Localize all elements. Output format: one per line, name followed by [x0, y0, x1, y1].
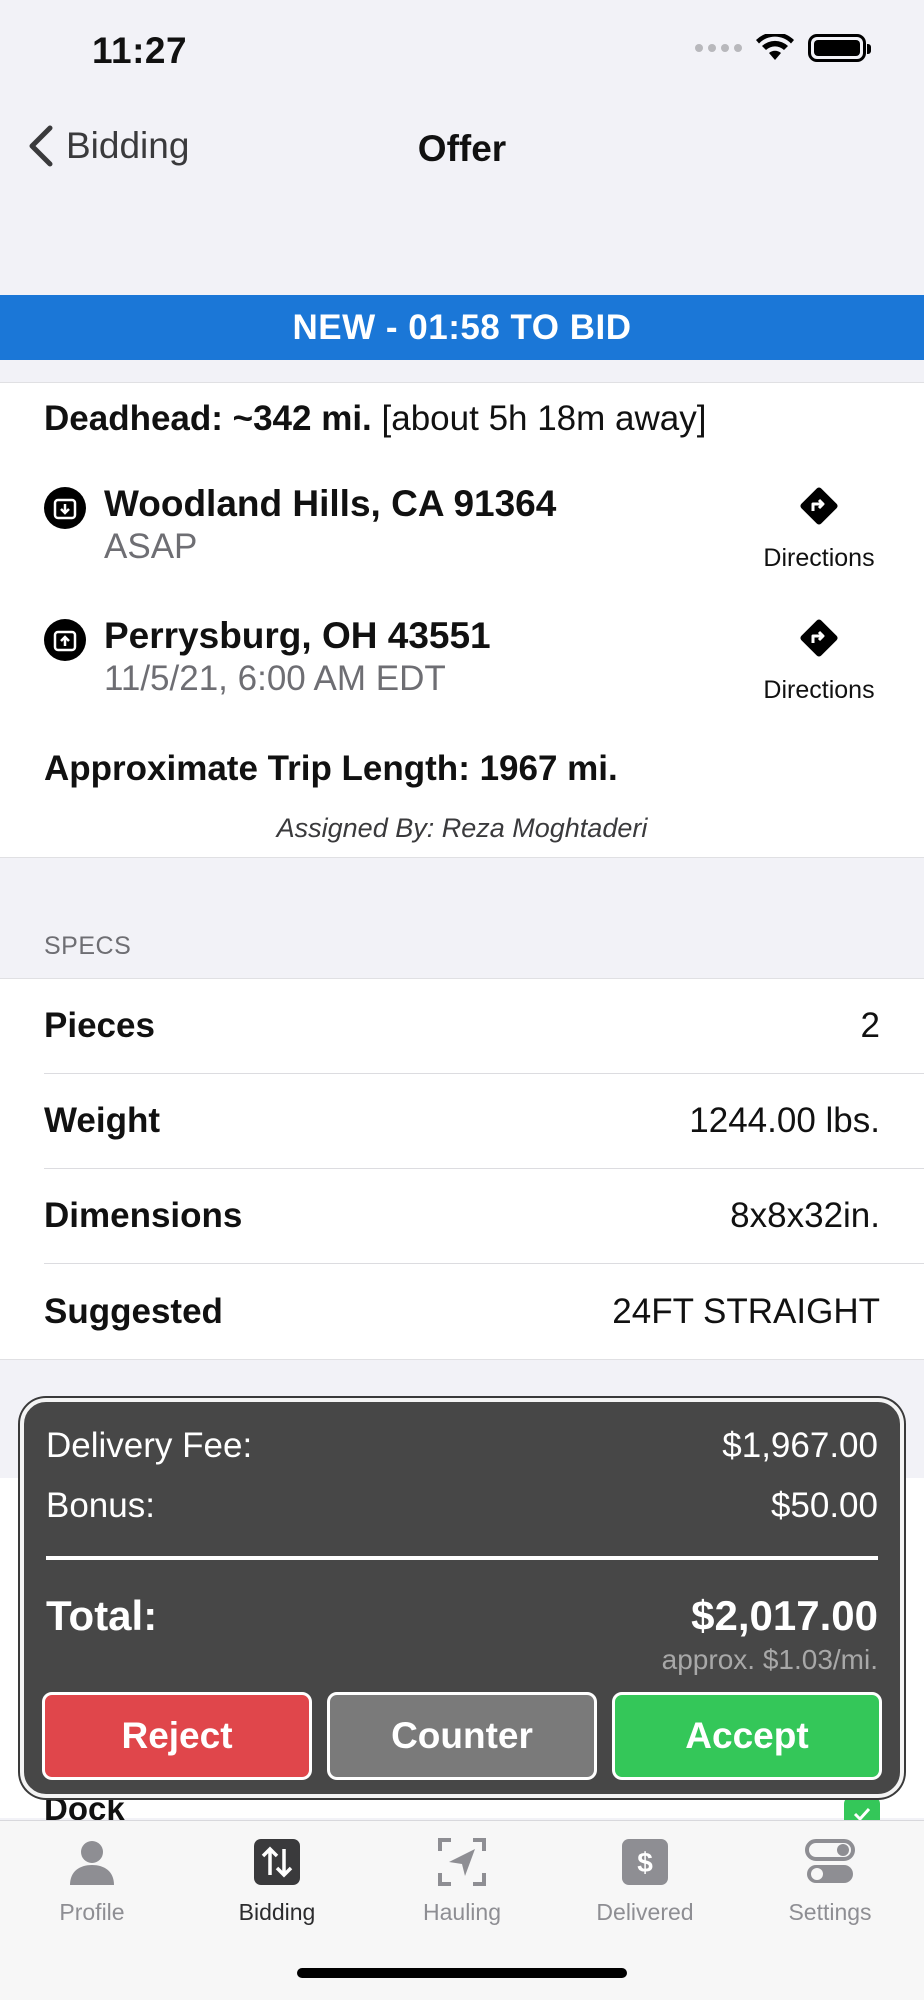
spec-label: Dimensions	[44, 1196, 243, 1235]
tab-hauling[interactable]: Hauling	[370, 1835, 554, 1926]
deadhead-info: Deadhead: ~342 mi. [about 5h 18m away]	[44, 399, 706, 439]
battery-icon	[808, 34, 871, 62]
rate-per-mile: approx. $1.03/mi.	[661, 1644, 878, 1675]
cellular-signal-icon	[695, 44, 742, 52]
accept-button[interactable]: Accept	[612, 1692, 882, 1780]
bid-countdown-banner: NEW - 01:58 TO BID	[0, 295, 924, 360]
pickup-icon	[44, 487, 86, 529]
spec-row-pieces: Pieces 2	[44, 979, 924, 1074]
dropoff-time: 11/5/21, 6:00 AM EDT	[104, 659, 446, 698]
person-icon	[70, 1841, 114, 1885]
bonus-value: $50.00	[770, 1486, 878, 1525]
spec-row-dimensions: Dimensions 8x8x32in.	[44, 1169, 924, 1264]
pickup-stop: Woodland Hills, CA 91364 ASAP Directions	[44, 483, 884, 583]
spec-row-suggested: Suggested 24FT STRAIGHT	[44, 1264, 924, 1359]
fee-summary-panel: Delivery Fee: $1,967.00 Bonus: $50.00 To…	[20, 1398, 904, 1798]
trip-details-card: Deadhead: ~342 mi. [about 5h 18m away] W…	[0, 382, 924, 858]
bonus-label: Bonus:	[46, 1486, 155, 1525]
reject-button[interactable]: Reject	[42, 1692, 312, 1780]
delivery-fee-label: Delivery Fee:	[46, 1426, 253, 1465]
spec-value: 1244.00 lbs.	[689, 1101, 880, 1140]
total-value: $2,017.00	[691, 1592, 878, 1639]
tab-label: Hauling	[423, 1899, 501, 1925]
deadhead-distance: Deadhead: ~342 mi.	[44, 399, 372, 438]
tab-profile[interactable]: Profile	[0, 1835, 184, 1926]
bid-actions: Reject Counter Accept	[42, 1692, 882, 1780]
counter-button[interactable]: Counter	[327, 1692, 597, 1780]
status-bar: 11:27	[0, 0, 924, 100]
total-row: Total: $2,017.00	[46, 1592, 878, 1640]
arrows-up-down-icon	[254, 1839, 300, 1885]
bonus-row: Bonus: $50.00	[46, 1486, 878, 1526]
trip-length: Approximate Trip Length: 1967 mi.	[44, 749, 618, 788]
dropoff-directions-label: Directions	[763, 676, 875, 704]
directions-icon	[800, 619, 838, 657]
tab-settings[interactable]: Settings	[738, 1835, 922, 1926]
tab-label: Settings	[788, 1899, 872, 1925]
toggles-icon	[805, 1839, 855, 1883]
pickup-time: ASAP	[104, 527, 198, 566]
delivery-fee-row: Delivery Fee: $1,967.00	[46, 1426, 878, 1466]
specs-list: Pieces 2 Weight 1244.00 lbs. Dimensions …	[0, 978, 924, 1360]
specs-section-header: SPECS	[44, 932, 132, 960]
dropoff-stop: Perrysburg, OH 43551 11/5/21, 6:00 AM ED…	[44, 615, 884, 715]
dropoff-location: Perrysburg, OH 43551	[104, 615, 491, 656]
spec-value: 24FT STRAIGHT	[612, 1291, 880, 1331]
tab-delivered[interactable]: $ Delivered	[553, 1835, 737, 1926]
pickup-directions-label: Directions	[763, 544, 875, 572]
tab-label: Delivered	[596, 1899, 694, 1925]
directions-icon	[800, 487, 838, 525]
status-time: 11:27	[92, 30, 188, 71]
home-indicator	[297, 1968, 627, 1978]
wifi-icon	[756, 34, 794, 60]
deadhead-eta: [about 5h 18m away]	[381, 399, 707, 438]
spec-row-weight: Weight 1244.00 lbs.	[44, 1074, 924, 1169]
pickup-directions-button[interactable]: Directions	[754, 483, 884, 573]
spec-value: 2	[860, 1006, 880, 1045]
delivery-fee-value: $1,967.00	[722, 1426, 878, 1465]
page-title: Offer	[417, 128, 507, 169]
navigation-bar: Bidding Offer	[0, 110, 924, 190]
navigation-arrow-icon	[438, 1838, 486, 1886]
total-label: Total:	[46, 1592, 158, 1639]
dollar-icon: $	[622, 1839, 668, 1885]
pickup-location: Woodland Hills, CA 91364	[104, 483, 557, 524]
spec-label: Suggested	[44, 1291, 223, 1331]
fee-divider	[46, 1556, 878, 1560]
spec-label: Pieces	[44, 1006, 155, 1045]
spec-label: Weight	[44, 1101, 161, 1140]
tab-label: Profile	[59, 1899, 125, 1925]
status-icons	[695, 34, 871, 62]
tab-bidding[interactable]: Bidding	[185, 1835, 369, 1926]
svg-text:$: $	[637, 1847, 653, 1878]
spec-value: 8x8x32in.	[730, 1196, 880, 1235]
dropoff-directions-button[interactable]: Directions	[754, 615, 884, 705]
assigned-by: Assigned By: Reza Moghtaderi	[276, 813, 648, 843]
tab-label: Bidding	[238, 1899, 316, 1925]
dropoff-icon	[44, 619, 86, 661]
